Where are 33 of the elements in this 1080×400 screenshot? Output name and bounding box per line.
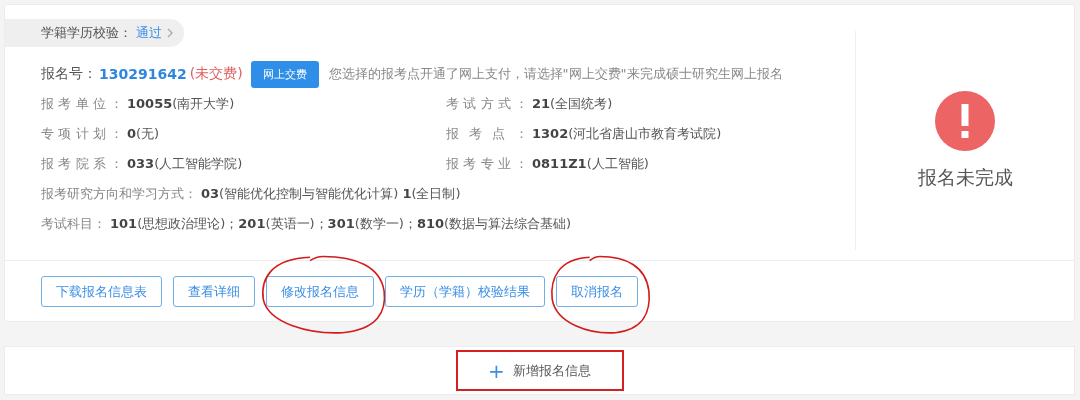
payment-status: (未交费): [189, 65, 243, 83]
field-value: 1302(河北省唐山市教育考试院): [532, 125, 722, 143]
field-label: 报考点：: [446, 125, 528, 143]
field-label: 报考专业：: [446, 155, 528, 173]
registration-number: 130291642: [99, 66, 187, 82]
action-button[interactable]: 修改报名信息: [266, 276, 374, 307]
field-value: 03(智能优化控制与智能优化计算) 1(全日制): [201, 185, 461, 203]
warning-icon: [935, 90, 995, 151]
field-value: 0(无): [127, 125, 160, 143]
verification-status: 通过: [136, 24, 162, 42]
chevron-icon: [166, 28, 174, 38]
registration-status-text: 报名未完成: [917, 164, 1013, 190]
verification-label: 学籍学历校验：: [41, 24, 132, 42]
action-button[interactable]: 学历（学籍）校验结果: [385, 276, 545, 307]
payment-notice: 您选择的报考点开通了网上支付，请选择"网上交费"来完成硕士研究生网上报名: [328, 65, 783, 83]
field-label: 考试方式：: [446, 95, 528, 113]
field-value: 21(全国统考): [532, 95, 613, 113]
field-value: 0811Z1(人工智能): [532, 155, 649, 173]
pay-online-button[interactable]: 网上交费: [250, 60, 319, 88]
verification-pill[interactable]: 学籍学历校验： 通过: [5, 19, 184, 47]
action-button[interactable]: 查看详细: [173, 276, 255, 307]
field-value: 033(人工智能学院): [127, 155, 243, 173]
field-value: 101(思想政治理论)；201(英语一)；301(数学一)；810(数据与算法综合基础): [110, 215, 572, 233]
field-label: 报考研究方向和学习方式：: [41, 185, 197, 203]
action-button[interactable]: 取消报名: [556, 276, 638, 307]
field-value: 10055(南开大学): [127, 95, 235, 113]
field-label: 考试科目：: [41, 215, 106, 233]
field-label: 专项计划：: [41, 125, 123, 143]
field-label: 报考院系：: [41, 155, 123, 173]
action-button[interactable]: 下载报名信息表: [41, 276, 162, 307]
registration-number-label: 报名号：: [41, 65, 97, 83]
field-label: 报考单位：: [41, 95, 123, 113]
add-registration-button[interactable]: + 新增报名信息: [482, 355, 597, 386]
